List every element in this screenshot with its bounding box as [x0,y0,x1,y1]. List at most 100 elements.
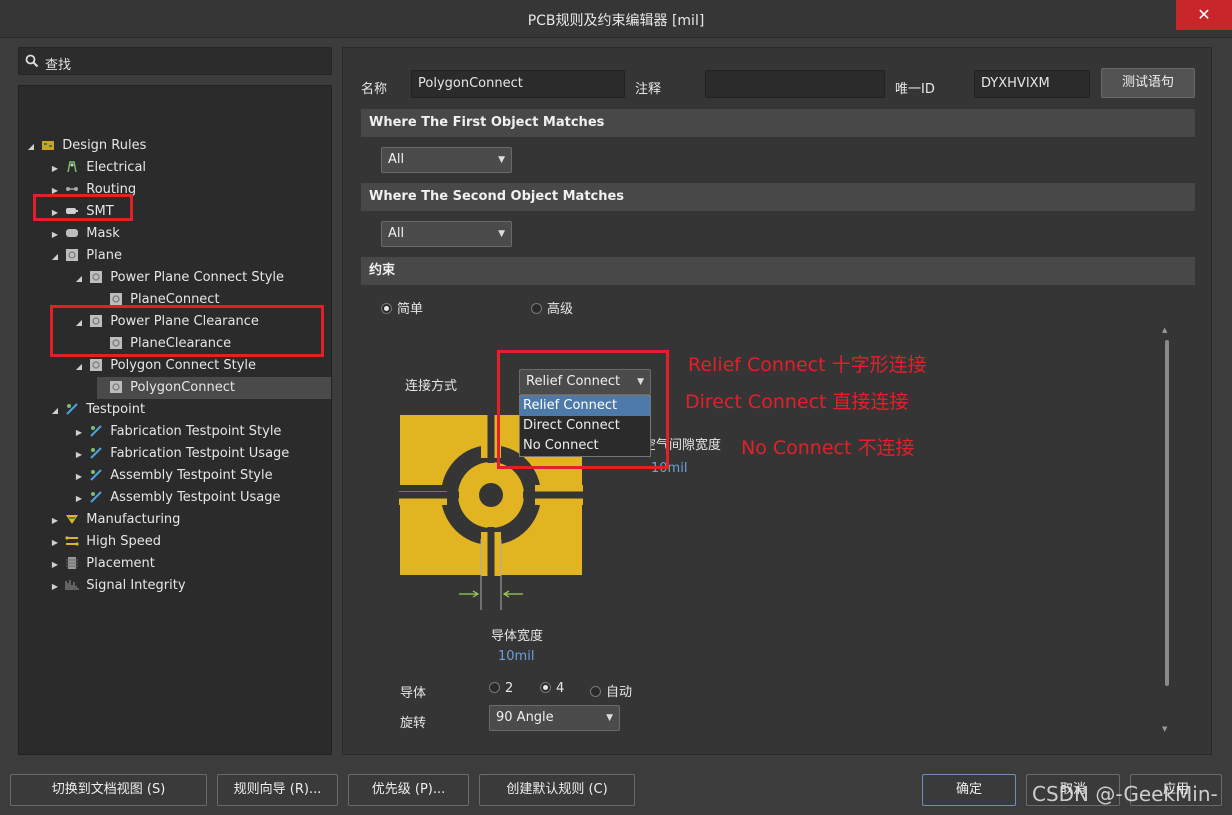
expand-arrow-icon[interactable]: ▶ [73,466,85,488]
rules-tree: ◢ Design Rules ▶ Electrical ▶ Routing ▶ … [18,85,332,755]
rules-navigator: 查找 ◢ Design Rules ▶ Electrical ▶ Routing… [18,47,332,755]
plane-icon [66,248,79,261]
first-object-select[interactable]: All ▼ [381,147,512,173]
tree-node-high-speed[interactable]: ▶ High Speed [49,531,161,553]
expand-arrow-icon[interactable]: ▶ [73,488,85,510]
collapse-arrow-icon[interactable]: ◢ [73,268,85,290]
conductors-auto-label: 自动 [606,685,633,700]
tree-label: Plane [86,248,122,263]
expand-arrow-icon[interactable]: ▶ [49,532,61,554]
chevron-down-icon: ▼ [606,713,613,723]
first-object-select-value: All [388,152,405,167]
collapse-arrow-icon[interactable]: ◢ [73,356,85,378]
tree-node-electrical[interactable]: ▶ Electrical [49,157,146,179]
tree-label: Power Plane Connect Style [110,270,285,285]
create-default-rules-button[interactable]: 创建默认规则 (C) [479,774,635,806]
testpoint-icon [90,490,102,503]
first-object-header: Where The First Object Matches [361,109,1195,137]
close-button[interactable]: ✕ [1176,0,1232,30]
tree-node-fabrication-testpoint-style[interactable]: ▶ Fabrication Testpoint Style [73,421,282,444]
conductors-4-radio[interactable]: 4 [540,681,564,696]
window-title: PCB规则及约束编辑器 [mil] [527,13,705,29]
conductors-auto-radio[interactable]: 自动 [590,681,632,700]
chevron-down-icon: ▼ [498,229,505,239]
rotation-select-value: 90 Angle [496,710,554,725]
placement-icon [66,556,79,569]
mode-advanced-radio[interactable]: 高级 [531,298,573,317]
second-object-select-value: All [388,226,405,241]
rotation-select[interactable]: 90 Angle ▼ [489,705,620,731]
tree-node-assembly-testpoint-usage[interactable]: ▶ Assembly Testpoint Usage [73,487,281,510]
search-icon [25,54,39,68]
scroll-down-icon[interactable]: ▼ [1162,725,1167,733]
tree-label: Design Rules [62,138,147,153]
expand-arrow-icon[interactable]: ▶ [49,576,61,598]
expand-arrow-icon[interactable]: ▶ [49,224,61,246]
expand-arrow-icon[interactable]: ▶ [49,554,61,576]
tree-node-placement[interactable]: ▶ Placement [49,553,155,575]
tree-node-design-rules[interactable]: ◢ Design Rules [25,135,146,157]
mode-simple-label: 简单 [397,302,424,317]
comment-field[interactable] [705,70,885,98]
vertical-scrollbar-thumb[interactable] [1165,340,1169,686]
tree-node-fabrication-testpoint-usage[interactable]: ▶ Fabrication Testpoint Usage [73,443,289,465]
search-box[interactable]: 查找 [18,47,332,75]
conductors-label: 导体 [400,686,427,701]
switch-document-view-button[interactable]: 切换到文档视图 (S) [10,774,207,806]
tree-label: Fabrication Testpoint Usage [110,446,290,461]
second-object-header: Where The Second Object Matches [361,183,1195,211]
expand-arrow-icon[interactable]: ▶ [73,444,85,466]
ok-button[interactable]: 确定 [922,774,1016,806]
testpoint-icon [90,424,102,437]
collapse-arrow-icon[interactable]: ◢ [49,400,61,422]
testpoint-icon [90,468,102,481]
radio-icon [531,303,542,314]
expand-arrow-icon[interactable]: ▶ [49,158,61,180]
highlight-box-connect-options [497,350,669,469]
rotation-label: 旋转 [400,716,427,731]
tree-label: Testpoint [86,402,146,417]
tree-node-testpoint[interactable]: ◢ Testpoint [49,399,145,421]
tree-label: Assembly Testpoint Usage [110,490,281,505]
collapse-arrow-icon[interactable]: ◢ [49,246,61,268]
scroll-up-icon[interactable]: ▲ [1162,326,1167,334]
name-label: 名称 [361,82,388,97]
annotation-direct-connect: Direct Connect 直接连接 [685,391,909,413]
conductor-width-value[interactable]: 10mil [498,649,534,664]
radio-icon [590,686,601,697]
second-object-select[interactable]: All ▼ [381,221,512,247]
tree-node-signal-integrity[interactable]: ▶ Signal Integrity [49,575,186,597]
expand-arrow-icon[interactable]: ▶ [73,422,85,444]
radio-selected-icon [540,682,551,693]
annotation-relief-connect: Relief Connect 十字形连接 [688,354,927,376]
highlight-box-plane [33,194,133,221]
tree-node-polygonconnect[interactable]: PolygonConnect [97,377,331,399]
unique-id-field[interactable]: DYXHVIXM [974,70,1090,98]
mode-simple-radio[interactable]: 简单 [381,298,423,317]
expand-arrow-icon[interactable]: ▶ [49,510,61,532]
constraints-header: 约束 [361,257,1195,285]
test-query-button[interactable]: 测试语句 [1101,68,1195,98]
name-field[interactable]: PolygonConnect [411,70,625,98]
tree-label: Assembly Testpoint Style [110,468,273,483]
conductors-4-label: 4 [556,681,565,696]
tree-node-polygon-connect-style[interactable]: ◢ Polygon Connect Style [73,355,256,377]
tree-node-power-plane-connect-style[interactable]: ◢ Power Plane Connect Style [73,267,284,289]
conductors-2-radio[interactable]: 2 [489,681,513,696]
tree-node-assembly-testpoint-style[interactable]: ▶ Assembly Testpoint Style [73,465,273,487]
tree-node-mask[interactable]: ▶ Mask [49,223,120,245]
comment-label: 注释 [635,82,662,97]
tree-node-manufacturing[interactable]: ▶ Manufacturing [49,509,181,532]
conductors-2-label: 2 [505,681,514,696]
priority-button[interactable]: 优先级 (P)... [348,774,469,806]
rule-wizard-button[interactable]: 规则向导 (R)... [217,774,338,806]
tree-label: Polygon Connect Style [110,358,257,373]
tree-label: Signal Integrity [86,578,186,593]
connect-style-label: 连接方式 [405,379,458,394]
tree-node-plane[interactable]: ◢ Plane [49,245,122,267]
search-input[interactable]: 查找 [45,54,71,73]
collapse-arrow-icon[interactable]: ◢ [25,136,37,158]
chevron-down-icon: ▼ [498,155,505,165]
highlight-box-polygon-connect [50,305,324,357]
routing-icon [66,186,79,191]
